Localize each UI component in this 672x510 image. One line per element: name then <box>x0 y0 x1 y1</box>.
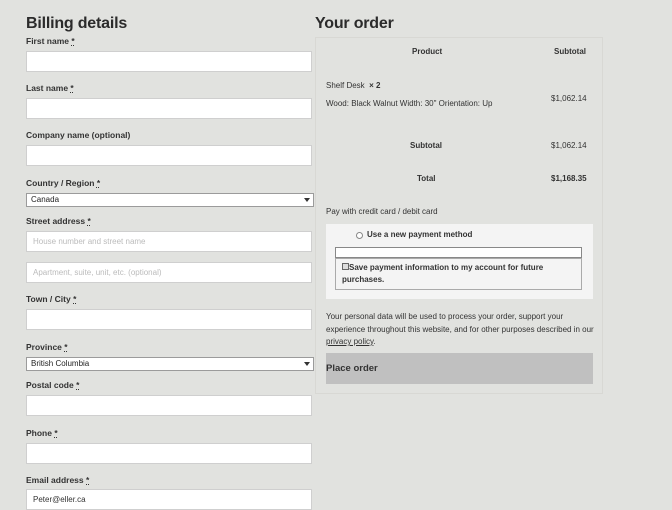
payment-method-label: Pay with credit card / debit card <box>326 207 438 216</box>
first-name-field[interactable] <box>26 51 312 72</box>
city-label: Town / City * <box>26 294 77 304</box>
billing-title: Billing details <box>26 15 128 32</box>
company-label: Company name (optional) <box>26 130 131 140</box>
country-select[interactable]: Canada <box>26 193 314 207</box>
total-value: $1,168.35 <box>551 174 587 183</box>
product-column-header: Product <box>412 47 443 56</box>
place-order-button[interactable]: Place order <box>326 353 593 384</box>
email-label: Email address * <box>26 475 90 485</box>
last-name-field[interactable] <box>26 98 312 119</box>
province-value: British Columbia <box>31 359 90 368</box>
city-field[interactable] <box>26 309 312 330</box>
company-field[interactable] <box>26 145 312 166</box>
street-label: Street address * <box>26 216 91 226</box>
phone-field[interactable] <box>26 443 312 464</box>
save-payment-label: Save payment information to my account f… <box>342 263 544 284</box>
postal-label: Postal code * <box>26 380 80 390</box>
postal-field[interactable] <box>26 395 312 416</box>
privacy-policy-link[interactable]: privacy policy <box>326 337 373 346</box>
order-title: Your order <box>315 15 394 32</box>
total-label: Total <box>417 174 436 183</box>
province-label: Province * <box>26 342 68 352</box>
order-item-options: Wood: Black Walnut Width: 30" Orientatio… <box>326 99 493 108</box>
street-line1-field[interactable]: House number and street name <box>26 231 312 252</box>
order-item-name: Shelf Desk × 2 <box>326 81 381 90</box>
new-method-radio[interactable] <box>356 232 363 239</box>
chevron-down-icon <box>304 362 310 366</box>
country-value: Canada <box>31 195 60 204</box>
privacy-notice: Your personal data will be used to proce… <box>326 312 594 346</box>
card-number-input[interactable] <box>335 247 582 258</box>
save-payment-box: Save payment information to my account f… <box>335 258 582 290</box>
order-item-qty: × 2 <box>369 81 381 90</box>
first-name-label: First name * <box>26 36 75 46</box>
phone-label: Phone * <box>26 428 58 438</box>
order-item-price: $1,062.14 <box>551 94 587 103</box>
last-name-label: Last name * <box>26 83 74 93</box>
province-select[interactable]: British Columbia <box>26 357 314 371</box>
country-label: Country / Region * <box>26 178 101 188</box>
payment-box: Use a new payment method Save payment in… <box>326 224 593 299</box>
order-review-box: Product Subtotal Shelf Desk × 2 Wood: Bl… <box>315 37 603 394</box>
subtotal-label: Subtotal <box>410 141 442 150</box>
street-line2-field[interactable]: Apartment, suite, unit, etc. (optional) <box>26 262 312 283</box>
subtotal-value: $1,062.14 <box>551 141 587 150</box>
subtotal-column-header: Subtotal <box>554 47 586 56</box>
chevron-down-icon <box>304 198 310 202</box>
new-method-label: Use a new payment method <box>367 230 473 239</box>
